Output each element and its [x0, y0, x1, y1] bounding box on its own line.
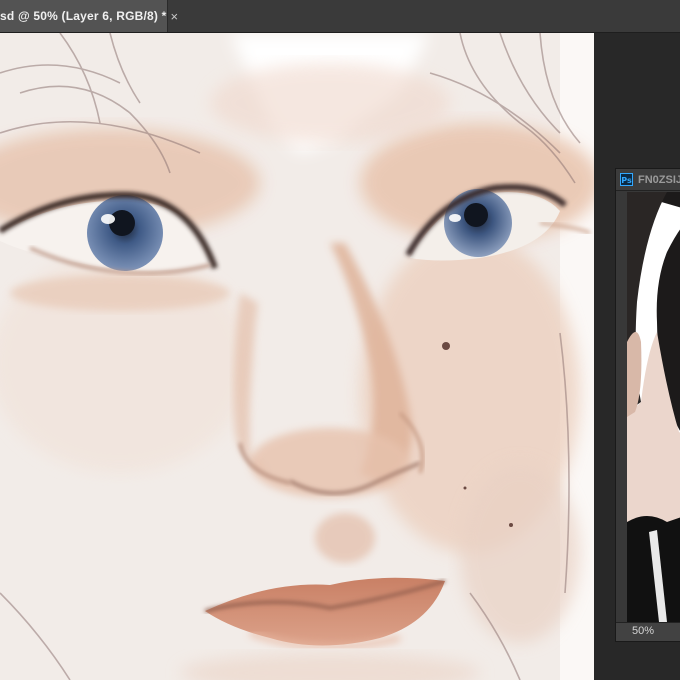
reference-canvas[interactable]	[627, 192, 680, 622]
document-tab[interactable]: sd @ 50% (Layer 6, RGB/8) * ×	[0, 0, 178, 32]
zoom-level[interactable]: 50%	[632, 625, 654, 637]
reference-window-title: FN0ZSIJ	[638, 173, 680, 186]
close-tab-icon[interactable]: ×	[171, 9, 179, 24]
photoshop-icon: Ps	[620, 173, 633, 186]
document-canvas[interactable]	[0, 33, 594, 680]
document-tab-bar: sd @ 50% (Layer 6, RGB/8) * ×	[0, 0, 680, 33]
reference-document-window[interactable]: Ps FN0ZSIJ 50%	[615, 168, 680, 642]
reference-status-bar: 50%	[616, 622, 680, 641]
reference-window-titlebar[interactable]: Ps FN0ZSIJ	[616, 169, 680, 191]
document-tab-title: sd @ 50% (Layer 6, RGB/8) *	[0, 9, 167, 23]
portrait-painting	[0, 33, 594, 680]
photoshop-workspace: sd @ 50% (Layer 6, RGB/8) * × Ps FN0ZSIJ…	[0, 0, 680, 680]
reference-photo	[627, 192, 680, 622]
